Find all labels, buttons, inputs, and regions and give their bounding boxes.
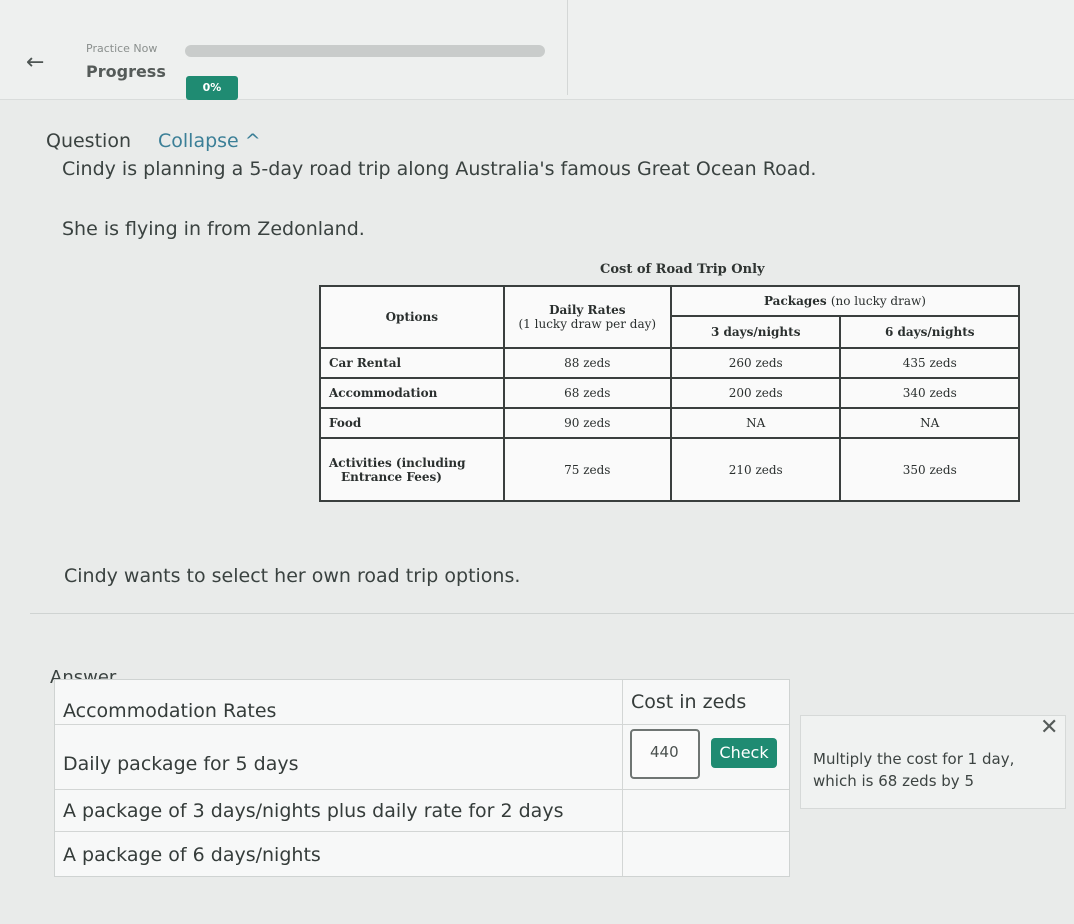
header-packages-note: (no lucky draw) [830,294,926,308]
header-daily-sub: (1 lucky draw per day) [518,317,657,331]
answer-column-divider [622,680,623,876]
question-text-line1: Cindy is planning a 5-day road trip alon… [62,158,817,180]
feedback-text: Multiply the cost for 1 day, which is 68… [813,750,1015,790]
answer-row-label: Daily package for 5 days [63,753,299,775]
left-arrow-icon[interactable]: ← [26,50,44,75]
package-3-cell: 260 zeds [669,347,842,379]
header-options: Options [319,285,505,349]
package-6-cell: 350 zeds [839,437,1020,502]
answer-row: A package of 6 days/nights [55,832,789,876]
answer-row-label: A package of 6 days/nights [63,844,321,866]
top-bar: ← Practice Now Progress 0% [0,0,1074,100]
header-packages-label: Packages [763,294,827,308]
progress-bar [185,45,545,57]
table-row: Food 90 zeds NA NA [319,407,1020,439]
header-daily-label: Daily Rates [549,303,626,317]
cost-header: Cost in zeds [631,691,747,713]
answer-header-row: Accommodation Rates Cost in zeds [55,680,789,725]
check-button[interactable]: Check [711,738,777,768]
header-6-days: 6 days/nights [839,315,1020,349]
header-3-days: 3 days/nights [669,315,842,349]
question-text-line3: Cindy wants to select her own road trip … [64,565,521,587]
option-line-2: Entrance Fees) [341,469,442,484]
daily-cell: 90 zeds [502,407,672,439]
table-row: Activities (including Entrance Fees) 75 … [319,437,1020,502]
option-cell: Food [319,407,505,439]
package-6-cell: NA [839,407,1020,439]
divider [30,613,1074,614]
option-cell: Activities (including Entrance Fees) [319,437,505,502]
collapse-link[interactable]: Collapse ^ [158,130,261,152]
accommodation-rates-header: Accommodation Rates [63,700,277,722]
daily-cell: 88 zeds [502,347,672,379]
answer-row-label: A package of 3 days/nights plus daily ra… [63,800,564,822]
package-3-cell: NA [669,407,842,439]
answer-row: A package of 3 days/nights plus daily ra… [55,790,789,832]
option-cell: Accommodation [319,377,505,409]
package-6-cell: 340 zeds [839,377,1020,409]
cost-table: Options Daily Rates (1 lucky draw per da… [319,285,1021,502]
question-heading: Question [46,130,131,152]
question-text-line2: She is flying in from Zedonland. [62,218,365,240]
header-divider [567,0,568,95]
table-row: Car Rental 88 zeds 260 zeds 435 zeds [319,347,1020,379]
option-cell: Car Rental [319,347,505,379]
daily-cell: 75 zeds [502,437,672,502]
header-packages: Packages (no lucky draw) [669,285,1021,317]
header-daily-rates: Daily Rates (1 lucky draw per day) [502,285,672,349]
package-3-cell: 200 zeds [669,377,842,409]
package-6-cell: 435 zeds [839,347,1020,379]
table-row: Accommodation 68 zeds 200 zeds 340 zeds [319,377,1020,409]
package-3-cell: 210 zeds [669,437,842,502]
daily-cell: 68 zeds [502,377,672,409]
progress-label: Progress [86,62,166,81]
cost-table-caption: Cost of Road Trip Only [600,262,765,277]
close-icon[interactable]: ✕ [1040,715,1058,740]
progress-badge: 0% [186,76,238,100]
cost-answer-input[interactable]: 440 [630,729,700,779]
option-line-1: Activities (including [329,455,466,470]
practice-title: Practice Now [86,42,158,55]
